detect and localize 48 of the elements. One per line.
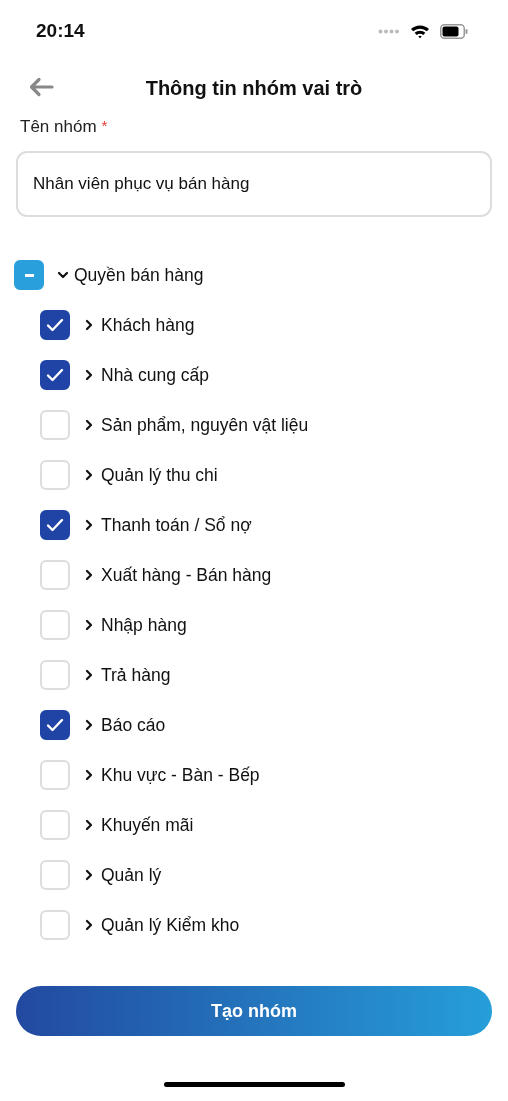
screen-title: Thông tin nhóm vai trò [145,76,363,100]
permission-label: Khách hàng [101,314,195,336]
permission-label: Sản phẩm, nguyên vật liệu [101,414,309,436]
permission-label: Quản lý thu chi [101,464,218,486]
field-label: Tên nhóm [20,117,97,137]
back-arrow-icon [28,77,54,97]
chevron-right-icon[interactable] [83,619,95,631]
chevron-right-icon[interactable] [83,469,95,481]
checkbox[interactable] [40,710,70,740]
chevron-down-icon[interactable] [57,269,69,281]
permission-label: Xuất hàng - Bán hàng [101,564,272,586]
required-mark: * [101,117,108,134]
chevron-right-icon[interactable] [83,819,95,831]
battery-icon [440,23,468,39]
checkbox[interactable] [40,510,70,540]
checkbox[interactable] [14,260,44,290]
permission-label: Nhà cung cấp [101,364,209,386]
chevron-right-icon[interactable] [83,319,95,331]
permission-label: Báo cáo [101,714,166,736]
permission-group-label: Quyền bán hàng [74,264,204,286]
checkmark-icon [46,718,64,732]
checkbox[interactable] [40,310,70,340]
back-button[interactable] [28,77,54,97]
signal-icon [378,28,400,34]
wifi-icon [410,23,430,39]
chevron-right-icon[interactable] [83,769,95,781]
permission-label: Nhập hàng [101,614,187,636]
permission-label: Quản lý Kiểm kho [101,914,240,936]
status-time: 20:14 [36,20,85,42]
checkmark-icon [46,318,64,332]
chevron-right-icon[interactable] [83,419,95,431]
permission-label: Thanh toán / Sổ nợ [101,514,252,536]
permission-label: Khu vực - Bàn - Bếp [101,764,260,786]
chevron-right-icon[interactable] [83,869,95,881]
chevron-right-icon[interactable] [83,569,95,581]
chevron-right-icon[interactable] [83,519,95,531]
permission-label: Quản lý [101,864,162,886]
permission-label: Trả hàng [101,664,171,686]
checkbox[interactable] [40,360,70,390]
permission-label: Khuyến mãi [101,814,194,836]
checkmark-icon [46,518,64,532]
chevron-right-icon[interactable] [83,369,95,381]
create-group-button[interactable]: Tạo nhóm [16,986,492,1036]
chevron-right-icon[interactable] [83,719,95,731]
chevron-right-icon[interactable] [83,919,95,931]
group-name-field[interactable]: Nhân viên phục vụ bán hàng [16,151,492,217]
checkmark-icon [46,368,64,382]
chevron-right-icon[interactable] [83,669,95,681]
